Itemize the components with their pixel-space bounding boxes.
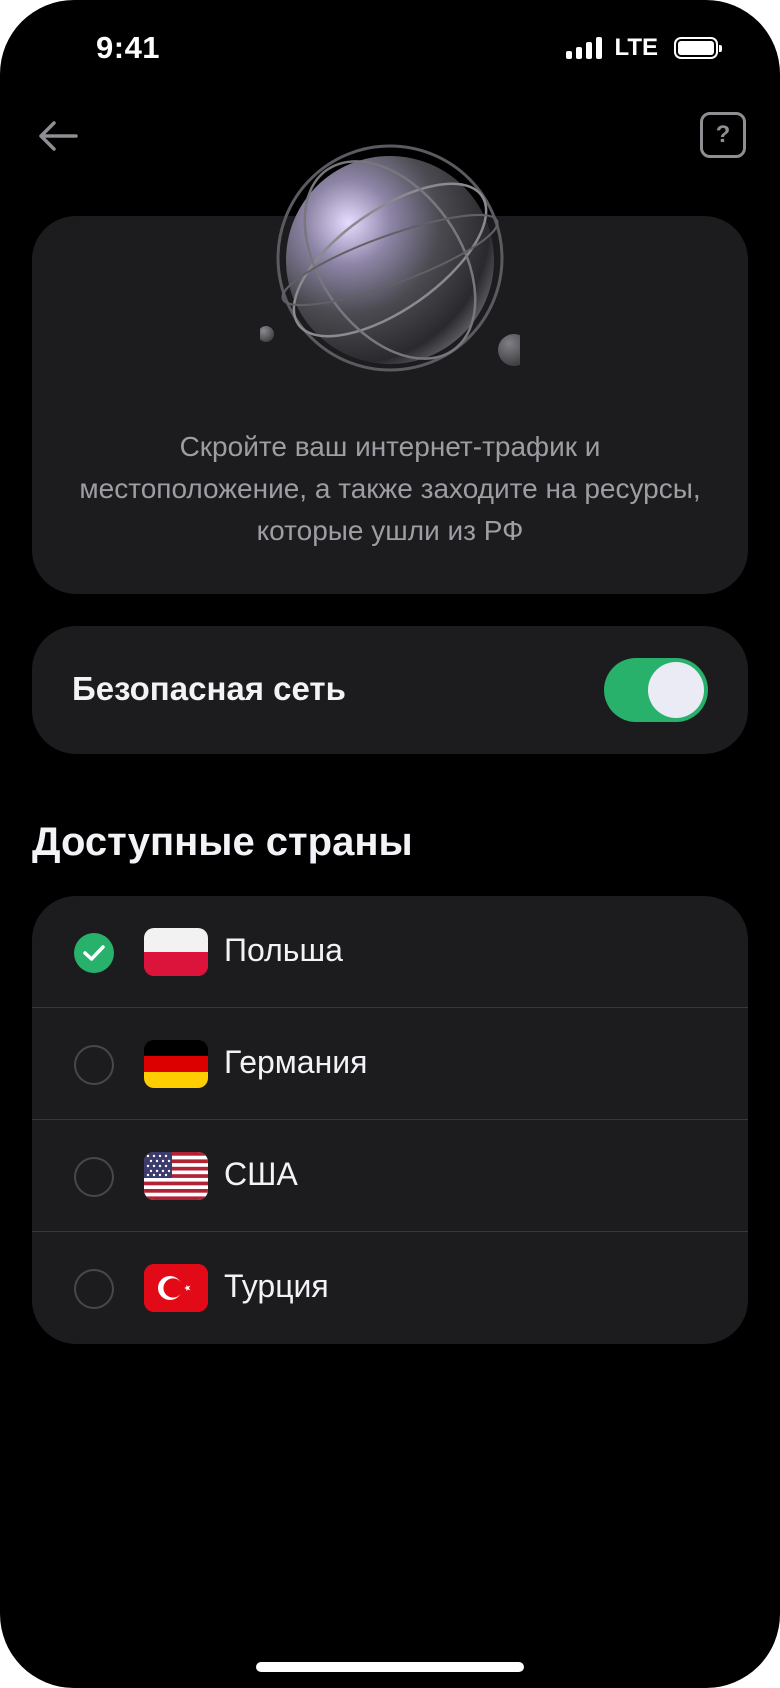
country-row-usa[interactable]: США (32, 1120, 748, 1232)
countries-list: Польша Германия США Турция (32, 896, 748, 1344)
country-label: США (224, 1156, 298, 1192)
country-label: Германия (224, 1044, 368, 1080)
country-row-turkey[interactable]: Турция (32, 1232, 748, 1344)
battery-icon (674, 37, 722, 59)
cellular-signal-icon (566, 37, 603, 59)
radio-selected[interactable] (74, 933, 114, 973)
secure-network-label: Безопасная сеть (72, 670, 346, 707)
country-row-germany[interactable]: Германия (32, 1008, 748, 1120)
country-row-poland[interactable]: Польша (32, 896, 748, 1008)
phone-screen: 9:41 LTE ? Скройте ваш интернет-трафик и… (0, 0, 780, 1688)
radio-unselected[interactable] (74, 1269, 114, 1309)
status-indicators: LTE (566, 34, 722, 62)
usa-flag-icon (144, 1152, 208, 1200)
poland-flag-icon (144, 928, 208, 976)
status-time: 9:41 (96, 30, 161, 65)
country-label: Польша (224, 932, 343, 968)
network-type: LTE (614, 34, 658, 61)
turkey-flag-icon (144, 1264, 208, 1312)
section-title-countries: Доступные страны (32, 820, 413, 864)
radio-unselected[interactable] (74, 1045, 114, 1085)
home-indicator[interactable] (256, 1662, 524, 1672)
help-button[interactable]: ? (700, 112, 746, 158)
germany-flag-icon (144, 1040, 208, 1088)
country-label: Турция (224, 1268, 329, 1304)
arrow-left-icon (39, 121, 78, 151)
globe-icon (260, 144, 520, 372)
toggle-knob (648, 662, 704, 718)
secure-network-toggle[interactable] (604, 658, 708, 722)
checkmark-icon (83, 945, 105, 961)
hero-description: Скройте ваш интернет-трафик и местополож… (79, 431, 701, 546)
radio-unselected[interactable] (74, 1157, 114, 1197)
back-button[interactable] (30, 108, 86, 164)
secure-network-card: Безопасная сеть (32, 626, 748, 754)
